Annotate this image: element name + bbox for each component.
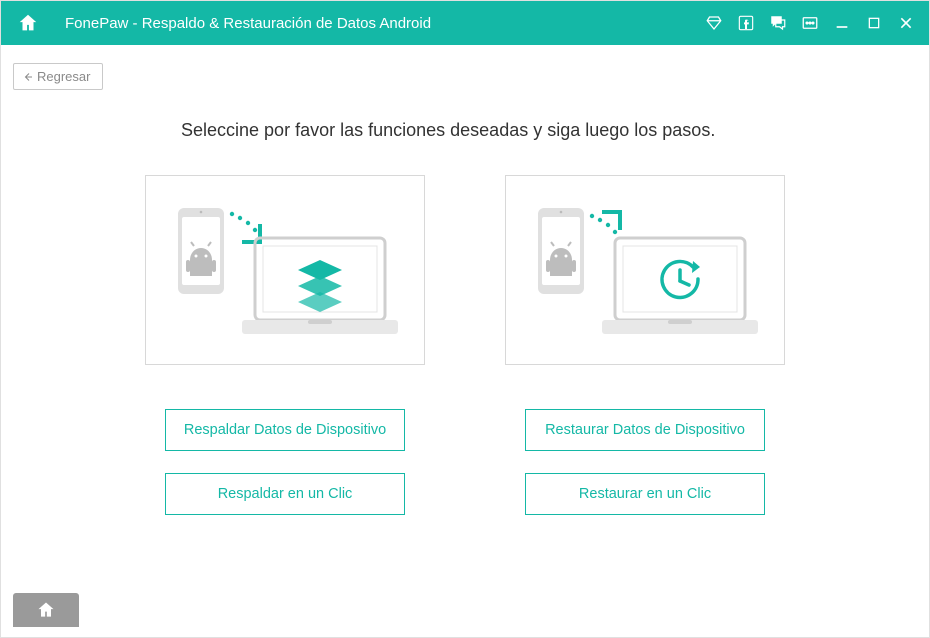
backup-one-click-button[interactable]: Respaldar en un Clic xyxy=(165,473,405,515)
facebook-icon[interactable] xyxy=(737,14,755,32)
backup-card xyxy=(145,175,425,365)
restore-illustration xyxy=(520,190,770,350)
feedback-icon[interactable] xyxy=(769,14,787,32)
backup-illustration xyxy=(160,190,410,350)
menu-icon[interactable] xyxy=(801,14,819,32)
backup-device-button[interactable]: Respaldar Datos de Dispositivo xyxy=(165,409,405,451)
home-button[interactable] xyxy=(15,10,41,36)
arrow-left-icon xyxy=(22,71,34,83)
restore-card xyxy=(505,175,785,365)
app-title: FonePaw - Respaldo & Restauración de Dat… xyxy=(65,15,705,32)
back-button[interactable]: Regresar xyxy=(13,63,103,90)
restore-one-click-button[interactable]: Restaurar en un Clic xyxy=(525,473,765,515)
diamond-icon[interactable] xyxy=(705,14,723,32)
instruction-text: Seleccine por favor las funciones desead… xyxy=(61,120,869,141)
close-button[interactable] xyxy=(897,14,915,32)
window-controls xyxy=(705,14,915,32)
back-row: Regresar xyxy=(1,45,929,90)
main-content: Seleccine por favor las funciones desead… xyxy=(1,90,929,515)
minimize-button[interactable] xyxy=(833,14,851,32)
cards-row xyxy=(61,175,869,365)
maximize-button[interactable] xyxy=(865,14,883,32)
footer-home-tab[interactable] xyxy=(13,593,79,627)
home-icon xyxy=(36,600,56,620)
home-icon xyxy=(17,12,39,34)
button-row-2: Respaldar en un Clic Restaurar en un Cli… xyxy=(61,473,869,515)
restore-device-button[interactable]: Restaurar Datos de Dispositivo xyxy=(525,409,765,451)
titlebar: FonePaw - Respaldo & Restauración de Dat… xyxy=(1,1,929,45)
button-row-1: Respaldar Datos de Dispositivo Restaurar… xyxy=(61,409,869,451)
back-label: Regresar xyxy=(37,69,90,84)
